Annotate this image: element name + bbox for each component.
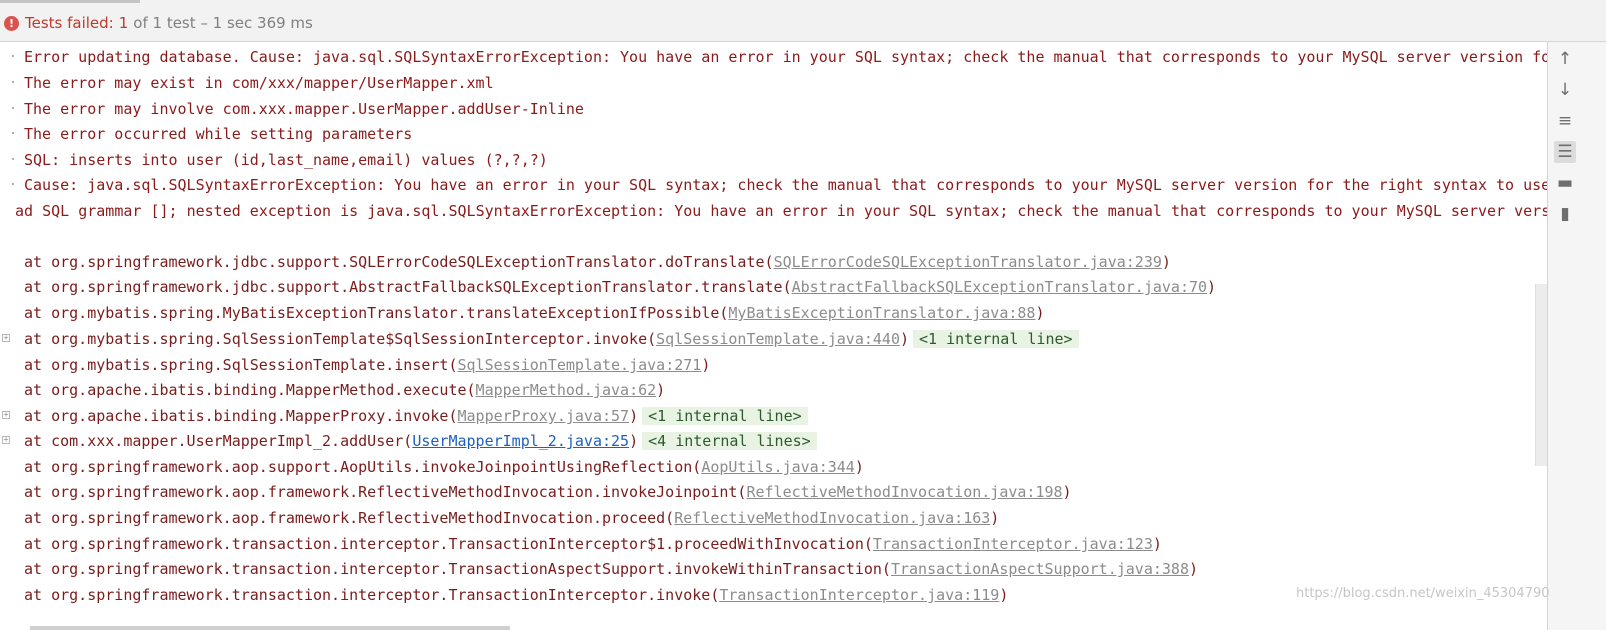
stack-frame: at org.springframework.jdbc.support.Abst… bbox=[0, 274, 1583, 300]
stack-method: at org.springframework.jdbc.support.SQLE… bbox=[24, 253, 774, 271]
close-paren: ) bbox=[1062, 483, 1072, 501]
close-paren: ) bbox=[656, 381, 666, 399]
error-line: ad SQL grammar []; nested exception is j… bbox=[0, 198, 1583, 224]
stack-frame: at org.apache.ibatis.binding.MapperMetho… bbox=[0, 377, 1583, 403]
stack-method: at org.mybatis.spring.SqlSessionTemplate… bbox=[24, 356, 458, 374]
gutter-dot bbox=[12, 107, 14, 109]
close-paren: ) bbox=[990, 509, 1000, 527]
source-link[interactable]: AopUtils.java:344 bbox=[701, 458, 855, 476]
error-text: Cause: java.sql.SQLSyntaxErrorException:… bbox=[24, 176, 1583, 194]
stack-method: at org.mybatis.spring.MyBatisExceptionTr… bbox=[24, 304, 729, 322]
stack-frame: + at org.mybatis.spring.SqlSessionTempla… bbox=[0, 326, 1583, 352]
error-text: The error occurred while setting paramet… bbox=[24, 125, 413, 143]
error-text: Error updating database. Cause: java.sql… bbox=[24, 48, 1583, 66]
test-status: ! Tests failed: 1 of 1 test – 1 sec 369 … bbox=[4, 14, 313, 32]
source-link[interactable]: TransactionInterceptor.java:119 bbox=[719, 586, 999, 604]
soft-wrap-icon[interactable]: ≡ bbox=[1554, 110, 1576, 132]
scroll-to-end-icon[interactable]: ☰ bbox=[1554, 141, 1576, 163]
arrow-down-icon[interactable]: ↓ bbox=[1554, 79, 1576, 101]
console-toolbar: ↑ ↓ ≡ ☰ ▬ ▮ bbox=[1547, 42, 1606, 630]
trash-icon[interactable]: ▮ bbox=[1554, 203, 1576, 225]
internal-lines-toggle[interactable]: <1 internal line> bbox=[642, 407, 808, 425]
stack-method: at org.springframework.transaction.inter… bbox=[24, 535, 873, 553]
error-line: The error occurred while setting paramet… bbox=[0, 121, 1583, 147]
source-link[interactable]: SqlSessionTemplate.java:440 bbox=[656, 330, 900, 348]
error-line: The error may involve com.xxx.mapper.Use… bbox=[0, 96, 1583, 122]
source-link[interactable]: TransactionInterceptor.java:123 bbox=[873, 535, 1153, 553]
close-paren: ) bbox=[629, 407, 639, 425]
error-line: Cause: java.sql.SQLSyntaxErrorException:… bbox=[0, 172, 1583, 198]
console-output[interactable]: Error updating database. Cause: java.sql… bbox=[0, 42, 1583, 630]
stack-method: at org.springframework.aop.support.AopUt… bbox=[24, 458, 702, 476]
source-link[interactable]: MyBatisExceptionTranslator.java:88 bbox=[728, 304, 1035, 322]
error-text: SQL: inserts into user (id,last_name,ema… bbox=[24, 151, 548, 169]
close-paren: ) bbox=[629, 432, 639, 450]
failed-count: 1 bbox=[118, 14, 129, 32]
stack-frame: at org.springframework.aop.framework.Ref… bbox=[0, 479, 1583, 505]
source-link[interactable]: MapperMethod.java:62 bbox=[476, 381, 657, 399]
stack-method: at org.springframework.transaction.inter… bbox=[24, 586, 720, 604]
stack-method: at org.mybatis.spring.SqlSessionTemplate… bbox=[24, 330, 657, 348]
close-paren: ) bbox=[1152, 535, 1162, 553]
stack-method: at org.springframework.jdbc.support.Abst… bbox=[24, 278, 792, 296]
tab-underline bbox=[0, 0, 140, 3]
stack-method: at org.apache.ibatis.binding.MapperMetho… bbox=[24, 381, 476, 399]
watermark: https://blog.csdn.net/weixin_45304790 bbox=[1296, 586, 1550, 601]
error-line: Error updating database. Cause: java.sql… bbox=[0, 44, 1583, 70]
internal-lines-toggle[interactable]: <1 internal line> bbox=[913, 330, 1079, 348]
error-text: The error may exist in com/xxx/mapper/Us… bbox=[24, 74, 494, 92]
test-status-bar: ! Tests failed: 1 of 1 test – 1 sec 369 … bbox=[0, 0, 1606, 42]
source-link[interactable]: UserMapperImpl_2.java:25 bbox=[412, 432, 629, 450]
gutter-dot bbox=[12, 132, 14, 134]
horizontal-scrollbar[interactable] bbox=[30, 626, 510, 630]
error-line: SQL: inserts into user (id,last_name,ema… bbox=[0, 147, 1583, 173]
print-icon[interactable]: ▬ bbox=[1554, 172, 1576, 194]
source-link[interactable]: MapperProxy.java:57 bbox=[457, 407, 629, 425]
stack-method: at com.xxx.mapper.UserMapperImpl_2.addUs… bbox=[24, 432, 413, 450]
stack-frame: at org.springframework.aop.support.AopUt… bbox=[0, 454, 1583, 480]
error-text: ad SQL grammar []; nested exception is j… bbox=[15, 202, 1583, 220]
close-paren: ) bbox=[900, 330, 910, 348]
stack-frame: at org.mybatis.spring.SqlSessionTemplate… bbox=[0, 352, 1583, 378]
gutter-dot bbox=[12, 55, 14, 57]
close-paren: ) bbox=[999, 586, 1009, 604]
source-link[interactable]: AbstractFallbackSQLExceptionTranslator.j… bbox=[792, 278, 1207, 296]
gutter-dot bbox=[12, 158, 14, 160]
source-link[interactable]: ReflectiveMethodInvocation.java:163 bbox=[674, 509, 990, 527]
stack-frame: at org.springframework.transaction.inter… bbox=[0, 531, 1583, 557]
error-icon: ! bbox=[4, 15, 19, 31]
source-link[interactable]: SqlSessionTemplate.java:271 bbox=[457, 356, 701, 374]
stack-frame: + at org.apache.ibatis.binding.MapperPro… bbox=[0, 403, 1583, 429]
expand-fold-icon[interactable]: + bbox=[2, 436, 10, 444]
error-line: The error may exist in com/xxx/mapper/Us… bbox=[0, 70, 1583, 96]
close-paren: ) bbox=[701, 356, 711, 374]
stack-frame: at org.springframework.jdbc.support.SQLE… bbox=[0, 249, 1583, 275]
stack-frame: at org.springframework.aop.framework.Ref… bbox=[0, 505, 1583, 531]
expand-fold-icon[interactable]: + bbox=[2, 334, 10, 342]
gutter-dot bbox=[12, 183, 14, 185]
close-paren: ) bbox=[1161, 253, 1171, 271]
stack-frame: at org.mybatis.spring.MyBatisExceptionTr… bbox=[0, 300, 1583, 326]
close-paren: ) bbox=[1207, 278, 1217, 296]
expand-fold-icon[interactable]: + bbox=[2, 411, 10, 419]
status-summary: of 1 test – 1 sec 369 ms bbox=[133, 14, 313, 32]
stack-method: at org.springframework.aop.framework.Ref… bbox=[24, 483, 747, 501]
stack-method: at org.springframework.transaction.inter… bbox=[24, 560, 891, 578]
close-paren: ) bbox=[1035, 304, 1045, 322]
gutter-dot bbox=[12, 81, 14, 83]
source-link[interactable]: SQLErrorCodeSQLExceptionTranslator.java:… bbox=[774, 253, 1162, 271]
source-link[interactable]: ReflectiveMethodInvocation.java:198 bbox=[746, 483, 1062, 501]
stack-frame: at org.springframework.transaction.inter… bbox=[0, 556, 1583, 582]
close-paren: ) bbox=[1188, 560, 1198, 578]
internal-lines-toggle[interactable]: <4 internal lines> bbox=[642, 432, 817, 450]
stack-method: at org.apache.ibatis.binding.MapperProxy… bbox=[24, 407, 458, 425]
close-paren: ) bbox=[854, 458, 864, 476]
source-link[interactable]: TransactionAspectSupport.java:388 bbox=[891, 560, 1189, 578]
arrow-up-icon[interactable]: ↑ bbox=[1554, 48, 1576, 70]
stack-frame: + at com.xxx.mapper.UserMapperImpl_2.add… bbox=[0, 428, 1583, 454]
stack-method: at org.springframework.aop.framework.Ref… bbox=[24, 509, 675, 527]
status-label: Tests failed: bbox=[25, 14, 114, 32]
error-text: The error may involve com.xxx.mapper.Use… bbox=[24, 100, 584, 118]
